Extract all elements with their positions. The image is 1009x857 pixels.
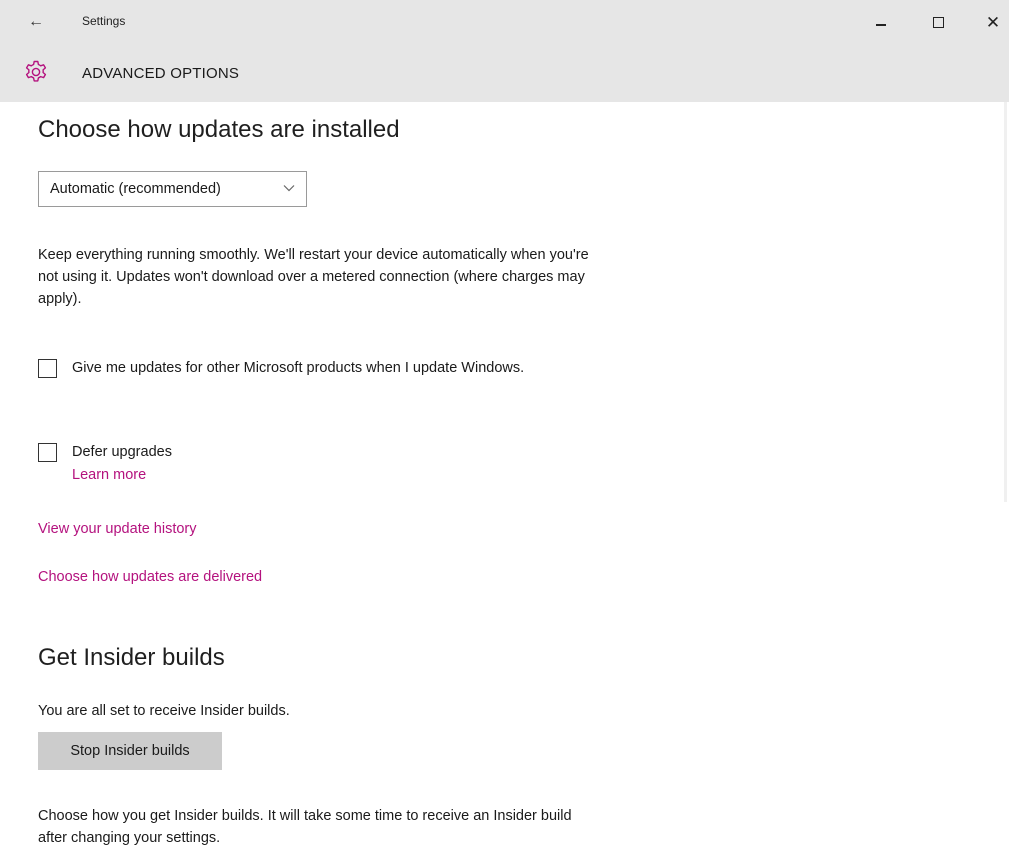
updates-heading: Choose how updates are installed [38,116,400,143]
stop-insider-builds-button[interactable]: Stop Insider builds [38,732,222,770]
learn-more-link[interactable]: Learn more [72,467,146,483]
window-title: Settings [82,14,126,28]
microsoft-products-checkbox[interactable] [38,359,57,378]
gear-icon [25,60,47,82]
insider-heading: Get Insider builds [38,644,225,671]
page-header: ADVANCED OPTIONS [0,44,1009,102]
microsoft-products-label: Give me updates for other Microsoft prod… [72,360,525,376]
maximize-icon[interactable] [920,8,956,36]
updates-description: Keep everything running smoothly. We'll … [38,247,589,307]
update-history-link[interactable]: View your update history [38,521,197,537]
scrollbar[interactable] [1004,102,1007,502]
defer-upgrades-checkbox[interactable] [38,443,57,462]
update-mode-dropdown[interactable]: Automatic (recommended) [38,171,307,207]
dropdown-selected-value: Automatic (recommended) [50,181,221,197]
close-icon[interactable]: ✕ [975,8,1009,36]
page-title: ADVANCED OPTIONS [82,65,240,82]
insider-description: Choose how you get Insider builds. It wi… [38,808,572,846]
chevron-down-icon [283,185,295,192]
update-delivery-link[interactable]: Choose how updates are delivered [38,569,262,585]
minimize-icon[interactable] [863,8,899,36]
title-bar: ← Settings ✕ [0,0,1009,44]
content-area: Choose how updates are installed Automat… [38,102,978,857]
defer-upgrades-label: Defer upgrades [72,444,172,460]
settings-window: ← Settings ✕ ADVANCED OPTIONS Choose how… [0,0,1009,857]
back-arrow-icon[interactable]: ← [22,10,50,34]
insider-status: You are all set to receive Insider build… [38,703,290,719]
